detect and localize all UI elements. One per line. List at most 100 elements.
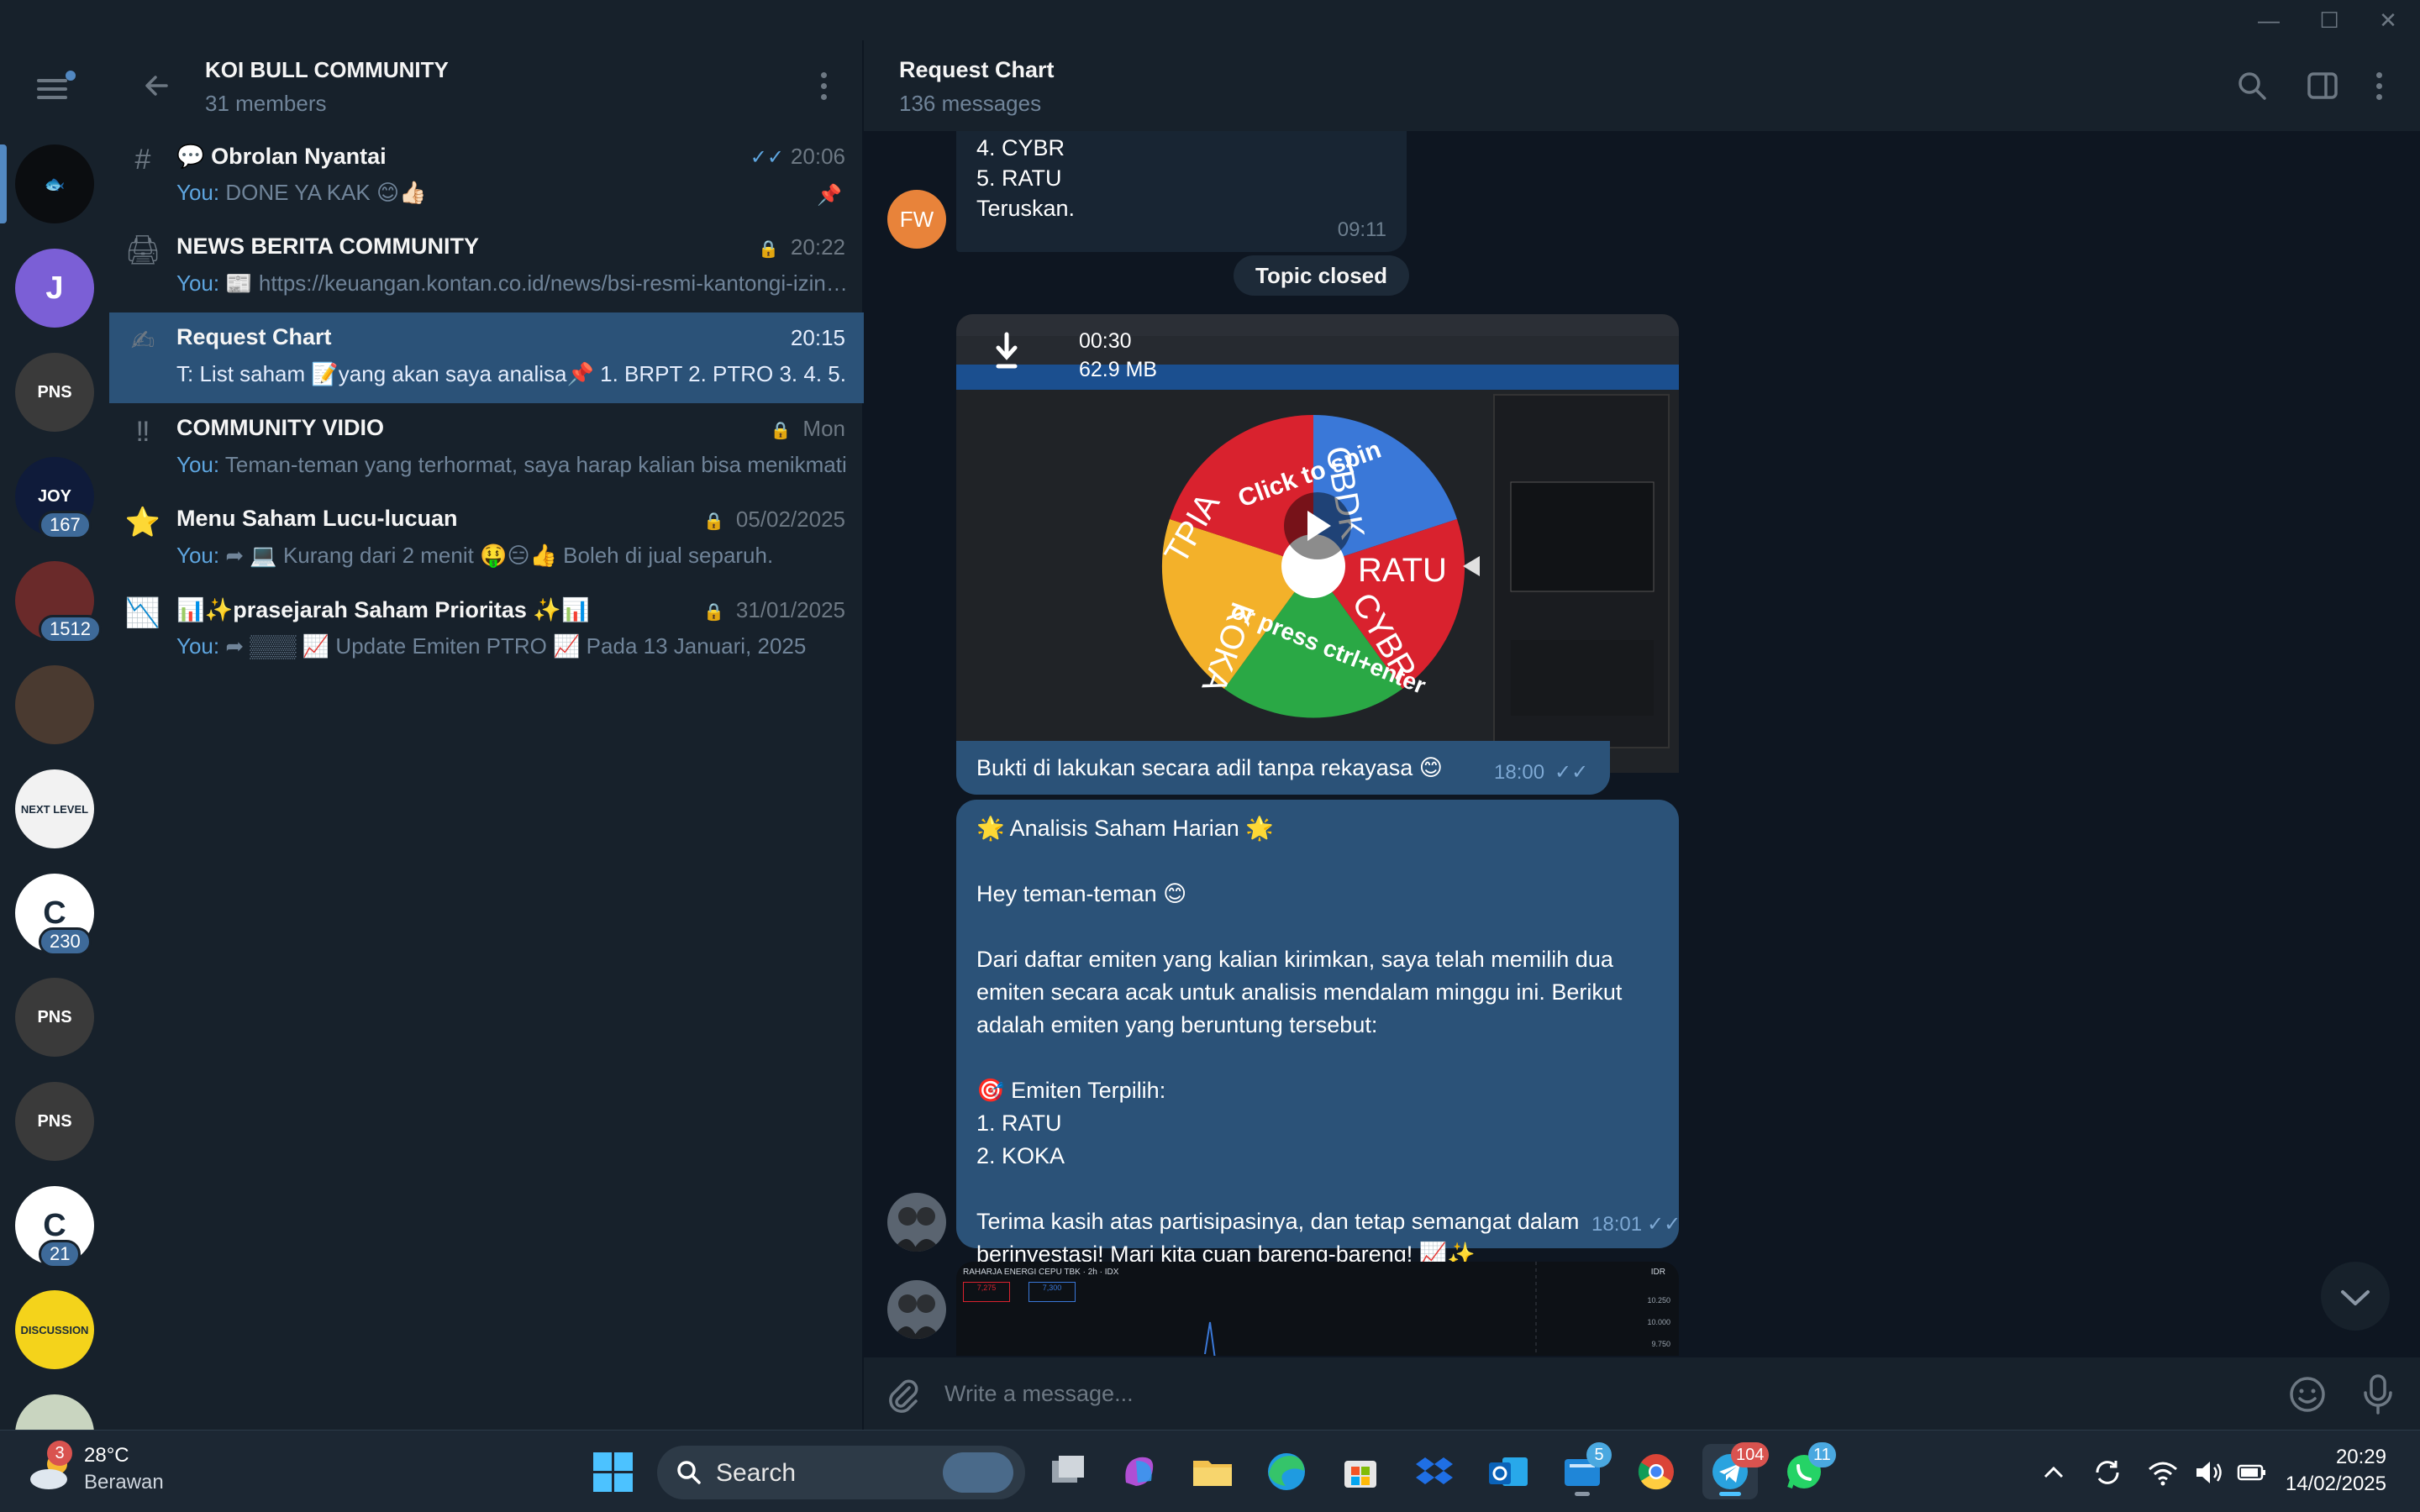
topic-row[interactable]: ‼ COMMUNITY VIDIO 🔒 Mon You: Teman-teman yan… — [109, 403, 864, 494]
chrome-icon[interactable] — [1628, 1444, 1684, 1499]
folder-avatar-label: PNS — [37, 1111, 72, 1131]
folder-sidebar: 🐟 J PNS JOY 167 1512 NEXT LEVEL C 230 PNS PNS C 21 DI… — [0, 40, 109, 1430]
copilot-icon[interactable] — [1111, 1444, 1166, 1499]
preview-sender: You: — [176, 270, 220, 296]
avatar[interactable]: FW — [887, 190, 946, 249]
topic-preview: You: 📰 https://keuangan.kontan.co.id/new… — [176, 270, 849, 297]
message-input[interactable] — [944, 1374, 2289, 1413]
folder-j[interactable]: J — [15, 249, 94, 328]
message-line — [976, 1042, 1622, 1075]
weather-condition[interactable]: Berawan — [84, 1471, 164, 1494]
folder-pns-1[interactable]: PNS — [15, 353, 94, 432]
folder-avatar-label: NEXT LEVEL — [20, 802, 89, 816]
read-receipt-icon: ✓✓ — [1555, 761, 1589, 784]
preview-text: DONE YA KAK 😊👍🏻 — [219, 180, 427, 205]
back-arrow-icon[interactable] — [139, 69, 173, 102]
whatsapp-icon[interactable]: 11 — [1776, 1442, 1836, 1499]
topic-preview: You: ➦ 💻 Kurang dari 2 menit 🤑😑👍 Boleh d… — [176, 543, 849, 569]
topic-time: 🔒 05/02/2025 — [703, 507, 845, 533]
chat-message-count: 136 messages — [899, 91, 1042, 116]
folder-pns-2[interactable]: PNS — [15, 978, 94, 1057]
folder-discussion[interactable]: DISCUSSION — [15, 1290, 94, 1369]
taskbar-search[interactable]: Search — [657, 1446, 1025, 1499]
weather-widget[interactable]: 3 — [25, 1441, 79, 1498]
weather-temperature[interactable]: 28°C — [84, 1444, 129, 1467]
message-line: Terima kasih atas partisipasinya, dan te… — [976, 1209, 1580, 1234]
topic-time: 🔒 31/01/2025 — [703, 597, 845, 623]
file-explorer-icon[interactable] — [1185, 1444, 1240, 1499]
chat-pane: Request Chart 136 messages 4. CYBR 5. RA… — [864, 40, 2420, 1430]
group-title[interactable]: KOI BULL COMMUNITY — [205, 57, 449, 83]
volume-icon[interactable] — [2191, 1456, 2225, 1489]
edge-browser-icon[interactable] — [1259, 1444, 1314, 1499]
chat-more-icon[interactable] — [2376, 72, 2383, 105]
task-view-icon[interactable] — [1039, 1444, 1094, 1499]
topic-icon: 📉 — [124, 597, 161, 629]
topic-closed-notice: Topic closed — [1234, 255, 1409, 296]
message-line: 🎯 Emiten Terpilih: — [976, 1078, 1166, 1103]
microsoft-store-icon[interactable] — [1333, 1444, 1388, 1499]
folder-koi[interactable]: 🐟 — [15, 144, 94, 223]
maximize-button[interactable]: ☐ — [2309, 5, 2349, 35]
topic-row[interactable]: # 💬 Obrolan Nyantai ✓✓ 20:06 You: DONE YA KA… — [109, 131, 864, 222]
message-bubble[interactable]: 4. CYBR 5. RATU Teruskan. 09:11 — [956, 124, 1407, 252]
topic-row[interactable]: 📉 📊✨prasejarah Saham Prioritas ✨📊 🔒 31/01/2… — [109, 585, 864, 675]
clock-date: 14/02/2025 — [2285, 1473, 2386, 1495]
chevron-up-icon[interactable] — [2040, 1459, 2067, 1486]
telegram-icon[interactable]: 104 — [1702, 1442, 1770, 1499]
chat-title[interactable]: Request Chart — [899, 57, 1055, 83]
topic-row[interactable]: 🖨 NEWS BERITA COMMUNITY 🔒 20:22 You: 📰 https… — [109, 222, 864, 312]
notification-badge: 104 — [1731, 1442, 1770, 1467]
search-icon — [677, 1461, 701, 1484]
search-icon[interactable] — [2235, 69, 2269, 102]
emoji-icon[interactable] — [2287, 1374, 2328, 1415]
folder-app-icon[interactable]: 5 — [1555, 1442, 1612, 1499]
dropbox-icon[interactable] — [1407, 1444, 1462, 1499]
close-button[interactable]: ✕ — [2368, 5, 2408, 35]
system-clock[interactable]: 20:29 14/02/2025 — [2286, 1444, 2386, 1498]
topic-row[interactable]: ✍ Request Chart 20:15 T: List saham 📝yang a… — [109, 312, 864, 403]
folder-last[interactable] — [15, 1394, 94, 1430]
preview-text: ➦ ▒▒▒ 📈 Update Emiten PTRO 📈 Pada 13 Jan… — [219, 633, 807, 659]
video-message[interactable]: CBDK RATU CYBR KOKA TPIA Click to spin o… — [956, 314, 1679, 773]
minimize-button[interactable]: — — [2249, 5, 2289, 35]
telegram-window: — ☐ ✕ 🐟 J PNS JOY 167 1512 NEXT LEVEL C 230 PNS PN… — [0, 0, 2420, 1430]
wifi-icon[interactable] — [2146, 1456, 2180, 1489]
notification-badge: 11 — [1808, 1442, 1836, 1467]
folder-pns-3[interactable]: PNS — [15, 1082, 94, 1161]
group-more-icon[interactable] — [821, 72, 828, 105]
topic-name: NEWS BERITA COMMUNITY — [176, 234, 479, 259]
download-icon[interactable] — [993, 331, 1020, 371]
start-button[interactable] — [585, 1444, 640, 1499]
paperclip-icon[interactable] — [884, 1376, 921, 1413]
notification-badge: 5 — [1586, 1442, 1612, 1467]
folder-next-level[interactable]: NEXT LEVEL — [15, 769, 94, 848]
topic-preview: You: ➦ ▒▒▒ 📈 Update Emiten PTRO 📈 Pada 1… — [176, 633, 849, 659]
pin-icon: 📌 — [817, 184, 842, 207]
folder-avatar-label: PNS — [37, 1007, 72, 1026]
avatar[interactable] — [887, 1280, 946, 1339]
side-panel-icon[interactable] — [2306, 69, 2339, 102]
sync-icon[interactable] — [2091, 1456, 2124, 1489]
lock-icon: 🔒 — [702, 512, 724, 531]
preview-text: Teman-teman yang terhormat, saya harap k… — [219, 452, 847, 477]
microphone-icon[interactable] — [2360, 1373, 2396, 1416]
topic-name: 📊✨prasejarah Saham Prioritas ✨📊 — [176, 597, 590, 622]
message-bubble[interactable]: Bukti di lakukan secara adil tanpa rekay… — [956, 741, 1610, 795]
video-size: 62.9 MB — [1079, 358, 1158, 381]
topic-time-label: 20:22 — [790, 234, 845, 260]
folder-man[interactable] — [15, 665, 94, 744]
message-bubble[interactable]: 🌟 Analisis Saham Harian 🌟 Hey teman-teman… — [956, 800, 1681, 1267]
wheel-label: RATU — [1358, 552, 1447, 589]
outlook-icon[interactable] — [1481, 1444, 1536, 1499]
topic-icon: ✍ — [130, 325, 155, 357]
message-time: 09:11 — [1337, 218, 1386, 241]
folder-unread-badge: 230 — [39, 927, 92, 956]
scroll-down-button[interactable] — [2321, 1262, 2390, 1331]
active-indicator — [1719, 1492, 1741, 1496]
message-text: Bukti di lakukan secara adil tanpa rekay… — [976, 755, 1443, 780]
battery-icon[interactable] — [2235, 1456, 2269, 1489]
topic-row[interactable]: ⭐ Menu Saham Lucu-lucuan 🔒 05/02/2025 You: ➦… — [109, 494, 864, 585]
weather-badge: 3 — [47, 1441, 72, 1466]
avatar[interactable] — [887, 1193, 946, 1252]
